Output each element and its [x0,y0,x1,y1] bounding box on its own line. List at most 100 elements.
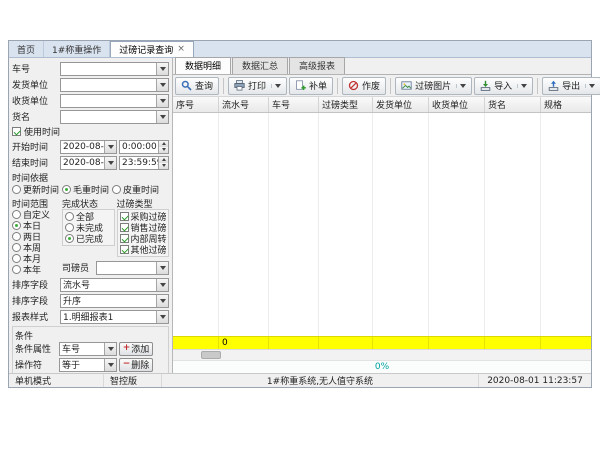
col-goods[interactable]: 货名 [485,97,541,112]
col-shipper[interactable]: 发货单位 [373,97,429,112]
radio-range-today[interactable] [12,221,21,230]
supplement-button[interactable]: 补单 [289,77,333,95]
tab-data-detail[interactable]: 数据明细 [175,57,231,74]
time-range-group: 时间范围 自定义 本日 两日 本周 本月 本年 [12,197,62,275]
time-basis-label: 时间依据 [12,171,169,183]
tab-home[interactable]: 首页 [9,41,44,57]
chevron-down-icon[interactable] [156,95,168,107]
print-button[interactable]: 打印 [228,77,287,95]
export-button[interactable]: 导出 [542,77,600,95]
sort-field-combo[interactable]: 流水号 [60,278,169,292]
sort-order-label: 排序字段 [12,294,60,307]
report-style-combo[interactable]: 1.明细报表1 [60,310,169,324]
grid-column [373,113,429,336]
weigh-type-group: 过磅类型 采购过磅 销售过磅 内部周转 其他过磅 [117,197,170,257]
add-doc-icon [295,80,306,91]
checkbox-purchase-weigh[interactable] [120,212,129,221]
chevron-down-icon[interactable] [156,63,168,75]
remove-condition-button[interactable]: − 删除 [119,358,153,372]
chevron-down-icon[interactable] [156,111,168,123]
spinner-arrows-icon[interactable] [158,141,168,153]
radio-range-year[interactable] [12,265,21,274]
radio-gross-time[interactable] [62,185,71,194]
col-seq[interactable]: 序号 [173,97,219,112]
radio-state-unfinished[interactable] [65,223,74,232]
radio-state-finished[interactable] [65,234,74,243]
chevron-down-icon[interactable] [104,343,116,355]
end-date-picker[interactable]: 2020-08-01 [60,156,117,170]
print-dropdown-icon[interactable] [271,84,281,88]
chevron-down-icon[interactable] [156,279,168,291]
radio-range-custom[interactable] [12,210,21,219]
weigh-photo-dropdown-icon[interactable] [456,84,466,88]
query-button[interactable]: 查询 [175,77,219,95]
radio-tare-time[interactable] [112,185,121,194]
goods-label: 货名 [12,110,60,123]
void-button[interactable]: 作废 [342,77,386,95]
radio-state-all[interactable] [65,212,74,221]
total-cell [541,337,591,349]
grid-column [319,113,373,336]
weigh-photo-button-label: 过磅图片 [415,79,451,92]
chevron-down-icon[interactable] [104,359,116,371]
shipper-combo[interactable] [60,78,169,92]
chevron-down-icon[interactable] [104,157,116,169]
goods-combo[interactable] [60,110,169,124]
receiver-combo[interactable] [60,94,169,108]
window-tab-bar: 首页 1#称重操作 过磅记录查询 × [9,41,591,58]
use-time-checkbox[interactable] [12,127,21,136]
checkbox-other-weigh[interactable] [120,245,129,254]
status-system: 1#称重系统,无人值守系统 [162,374,479,387]
checkbox-internal-transfer[interactable] [120,234,129,243]
import-button[interactable]: 导入 [474,77,533,95]
operator-combo[interactable] [96,261,169,275]
condition-op-value: 等于 [60,358,104,371]
condition-attr-combo[interactable]: 车号 [59,342,117,356]
col-spec[interactable]: 规格 [541,97,591,112]
export-dropdown-icon[interactable] [585,84,595,88]
checkbox-sale-weigh[interactable] [120,223,129,232]
col-serial[interactable]: 流水号 [219,97,269,112]
start-time-label: 开始时间 [12,140,60,153]
start-time-spinner[interactable]: 0:00:00 [119,140,169,154]
chevron-down-icon[interactable] [156,262,168,274]
status-datetime-label: 2020-08-01 11:23:57 [487,376,583,386]
chevron-down-icon[interactable] [156,79,168,91]
void-icon [348,80,359,91]
minus-icon: − [123,360,131,369]
radio-range-week[interactable] [12,243,21,252]
add-condition-button[interactable]: + 添加 [119,342,153,356]
horizontal-scrollbar[interactable] [173,349,591,360]
tab-weigh-operation[interactable]: 1#称重操作 [44,41,110,57]
supplement-button-label: 补单 [309,79,327,92]
void-button-label: 作废 [362,79,380,92]
spinner-arrows-icon[interactable] [158,157,168,169]
radio-update-time[interactable] [12,185,21,194]
radio-range-year-label: 本年 [23,263,41,276]
col-vehicle[interactable]: 车号 [269,97,319,112]
tab-advanced-report[interactable]: 高级报表 [289,57,345,74]
close-icon[interactable]: × [177,45,185,54]
chevron-down-icon[interactable] [156,295,168,307]
search-icon [181,80,192,91]
grid-header: 序号 流水号 车号 过磅类型 发货单位 收货单位 货名 规格 [173,97,591,113]
radio-range-two-days[interactable] [12,232,21,241]
import-dropdown-icon[interactable] [517,84,527,88]
end-time-spinner[interactable]: 23:59:59 [119,156,169,170]
scrollbar-thumb[interactable] [201,351,221,359]
condition-op-combo[interactable]: 等于 [59,358,117,372]
printer-icon [234,80,245,91]
toolbar-separator [223,78,224,94]
radio-range-month[interactable] [12,254,21,263]
weigh-photo-button[interactable]: 过磅图片 [395,77,472,95]
start-date-picker[interactable]: 2020-08-01 [60,140,117,154]
vehicle-combo[interactable] [60,62,169,76]
start-date-value: 2020-08-01 [61,142,104,152]
col-weigh-type[interactable]: 过磅类型 [319,97,373,112]
sort-order-combo[interactable]: 升序 [60,294,169,308]
tab-weigh-record-query[interactable]: 过磅记录查询 × [110,41,194,57]
chevron-down-icon[interactable] [156,311,168,323]
chevron-down-icon[interactable] [104,141,116,153]
col-receiver[interactable]: 收货单位 [429,97,485,112]
tab-data-summary[interactable]: 数据汇总 [232,57,288,74]
